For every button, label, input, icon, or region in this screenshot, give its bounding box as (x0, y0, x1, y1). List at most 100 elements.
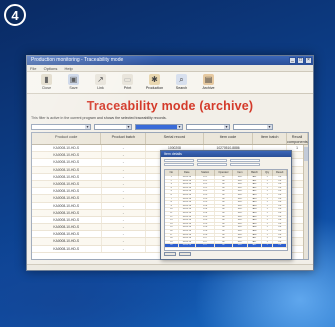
table-cell: KA0008-10-HD-S (32, 145, 102, 152)
popup-cell: 14 (165, 222, 179, 226)
popup-cell: OP (215, 208, 233, 211)
menu-help[interactable]: Help (65, 66, 73, 71)
popup-cell: 1 (262, 237, 274, 240)
popup-cell: ST3 (196, 197, 216, 201)
popup-cell: 1 (262, 229, 274, 233)
selected-row[interactable]: 20 10.05.10 ST7 OP 1027 A07 1 OK (165, 244, 287, 248)
popup-cell: OP (215, 176, 233, 179)
popup-cell: OP (215, 244, 233, 247)
popup-cell: OP (215, 240, 233, 244)
popup-cell: A03 (248, 201, 262, 204)
toolbar-save-button[interactable]: ▣ Save (60, 74, 87, 93)
toolbar-search-button[interactable]: ⌕ Search (168, 74, 195, 93)
column-header[interactable]: Product batch (101, 133, 147, 144)
popup-cell: 1 (262, 233, 274, 237)
popup-cancel-button[interactable] (179, 252, 191, 256)
serial-filter[interactable]: ▾ (135, 124, 183, 130)
popup-cell: 1 (165, 176, 179, 179)
batch-filter[interactable]: ▾ (94, 124, 132, 130)
popup-cell: A03 (248, 193, 262, 197)
popup-cell: ST2 (196, 183, 216, 186)
popup-cell: 1 (262, 179, 274, 183)
popup-cell: 1027 (233, 211, 249, 215)
maximize-button[interactable]: □ (297, 57, 304, 64)
column-header[interactable]: Item batch (253, 133, 287, 144)
table-cell: - (102, 202, 147, 209)
minimize-button[interactable]: _ (289, 57, 296, 64)
table-cell: KA0008-10-HD-S (32, 152, 102, 159)
table-cell: KA0008-10-HD-S (32, 209, 102, 216)
popup-cell: 1 (262, 208, 274, 211)
popup-cell: OP (215, 193, 233, 197)
popup-field[interactable] (164, 163, 194, 166)
disk-icon: ▣ (68, 74, 79, 85)
popup-cell: 1 (262, 215, 274, 219)
popup-cell: 10.05.10 (179, 179, 196, 183)
column-header[interactable]: Item code (204, 133, 254, 144)
popup-cell: OP (215, 211, 233, 215)
vertical-scrollbar[interactable] (303, 145, 308, 259)
table-cell: KA0008-10-HD-S (32, 166, 102, 173)
column-header[interactable]: Serial record (146, 133, 204, 144)
popup-field[interactable] (230, 163, 260, 166)
popup-cell: 10.05.10 (179, 226, 196, 229)
popup-cell: 1 (262, 226, 274, 229)
item-batch-filter[interactable]: ▾ (233, 124, 273, 130)
menu-file[interactable]: File (30, 66, 36, 71)
table-cell: - (102, 209, 147, 216)
popup-cell: 2 (165, 179, 179, 183)
popup-field[interactable] (197, 163, 227, 166)
popup-cell: 1 (262, 201, 274, 204)
toolbar-link-button[interactable]: ↗ Link (87, 74, 114, 93)
popup-cell: 10.05.10 (179, 208, 196, 211)
popup-cell: OP (215, 179, 233, 183)
toolbar: ▮ Close ▣ Save ↗ Link ▭ Print ✱ Production ⌕ S… (27, 72, 313, 94)
link-icon: ↗ (95, 74, 106, 85)
popup-cell: ST6 (196, 233, 216, 237)
table-cell: - (102, 145, 147, 152)
toolbar-archive-button[interactable]: ▤ Archive (195, 74, 222, 93)
popup-cell: A01 (248, 179, 262, 183)
popup-footer (161, 252, 291, 258)
table-cell: - (102, 188, 147, 195)
popup-cell: ST3 (196, 193, 216, 197)
popup-field[interactable] (197, 159, 227, 162)
popup-cell: OK (273, 186, 287, 190)
popup-cell: A06 (248, 229, 262, 233)
popup-cell: OK (273, 176, 287, 179)
popup-cell: 4 (165, 186, 179, 190)
popup-cell: 10.05.10 (179, 197, 196, 201)
popup-cell: 10.05.10 (179, 240, 196, 244)
scrollbar-thumb[interactable] (304, 147, 308, 161)
popup-ok-button[interactable] (164, 252, 176, 256)
column-header[interactable]: Product code (32, 133, 102, 144)
table-cell: KA0008-10-HD-S (32, 245, 102, 252)
close-window-button[interactable]: × (305, 57, 312, 64)
popup-cell: 1 (262, 222, 274, 226)
popup-cell: ST5 (196, 222, 216, 226)
popup-cell: OP (215, 201, 233, 204)
popup-cell: OK (273, 233, 287, 237)
popup-field[interactable] (164, 159, 194, 162)
product-filter[interactable]: ▾ (31, 124, 91, 130)
toolbar-production-button[interactable]: ✱ Production (141, 74, 168, 93)
table-cell: KA0008-10-HD-S (32, 159, 102, 166)
popup-field[interactable] (230, 159, 260, 162)
item-filter[interactable]: ▾ (186, 124, 230, 130)
menu-options[interactable]: Options (44, 66, 58, 71)
popup-cell: ST4 (196, 208, 216, 211)
popup-cell: OK (273, 229, 287, 233)
gear-icon: ✱ (149, 74, 160, 85)
popup-table: No Date Station Operator Item Batch Qty … (164, 169, 288, 251)
popup-cell: OK (273, 190, 287, 193)
toolbar-close-button[interactable]: ▮ Close (33, 74, 60, 93)
popup-cell: 1027 (233, 201, 249, 204)
table-cell: - (102, 195, 147, 202)
toolbar-print-button[interactable]: ▭ Print (114, 74, 141, 93)
popup-cell: 1 (262, 211, 274, 215)
popup-cell: 19 (165, 240, 179, 244)
table-cell: KA0008-10-HD-S (32, 180, 102, 188)
popup-cell: A05 (248, 215, 262, 219)
popup-cell: OK (273, 215, 287, 219)
column-header[interactable]: Recall components (287, 133, 308, 144)
